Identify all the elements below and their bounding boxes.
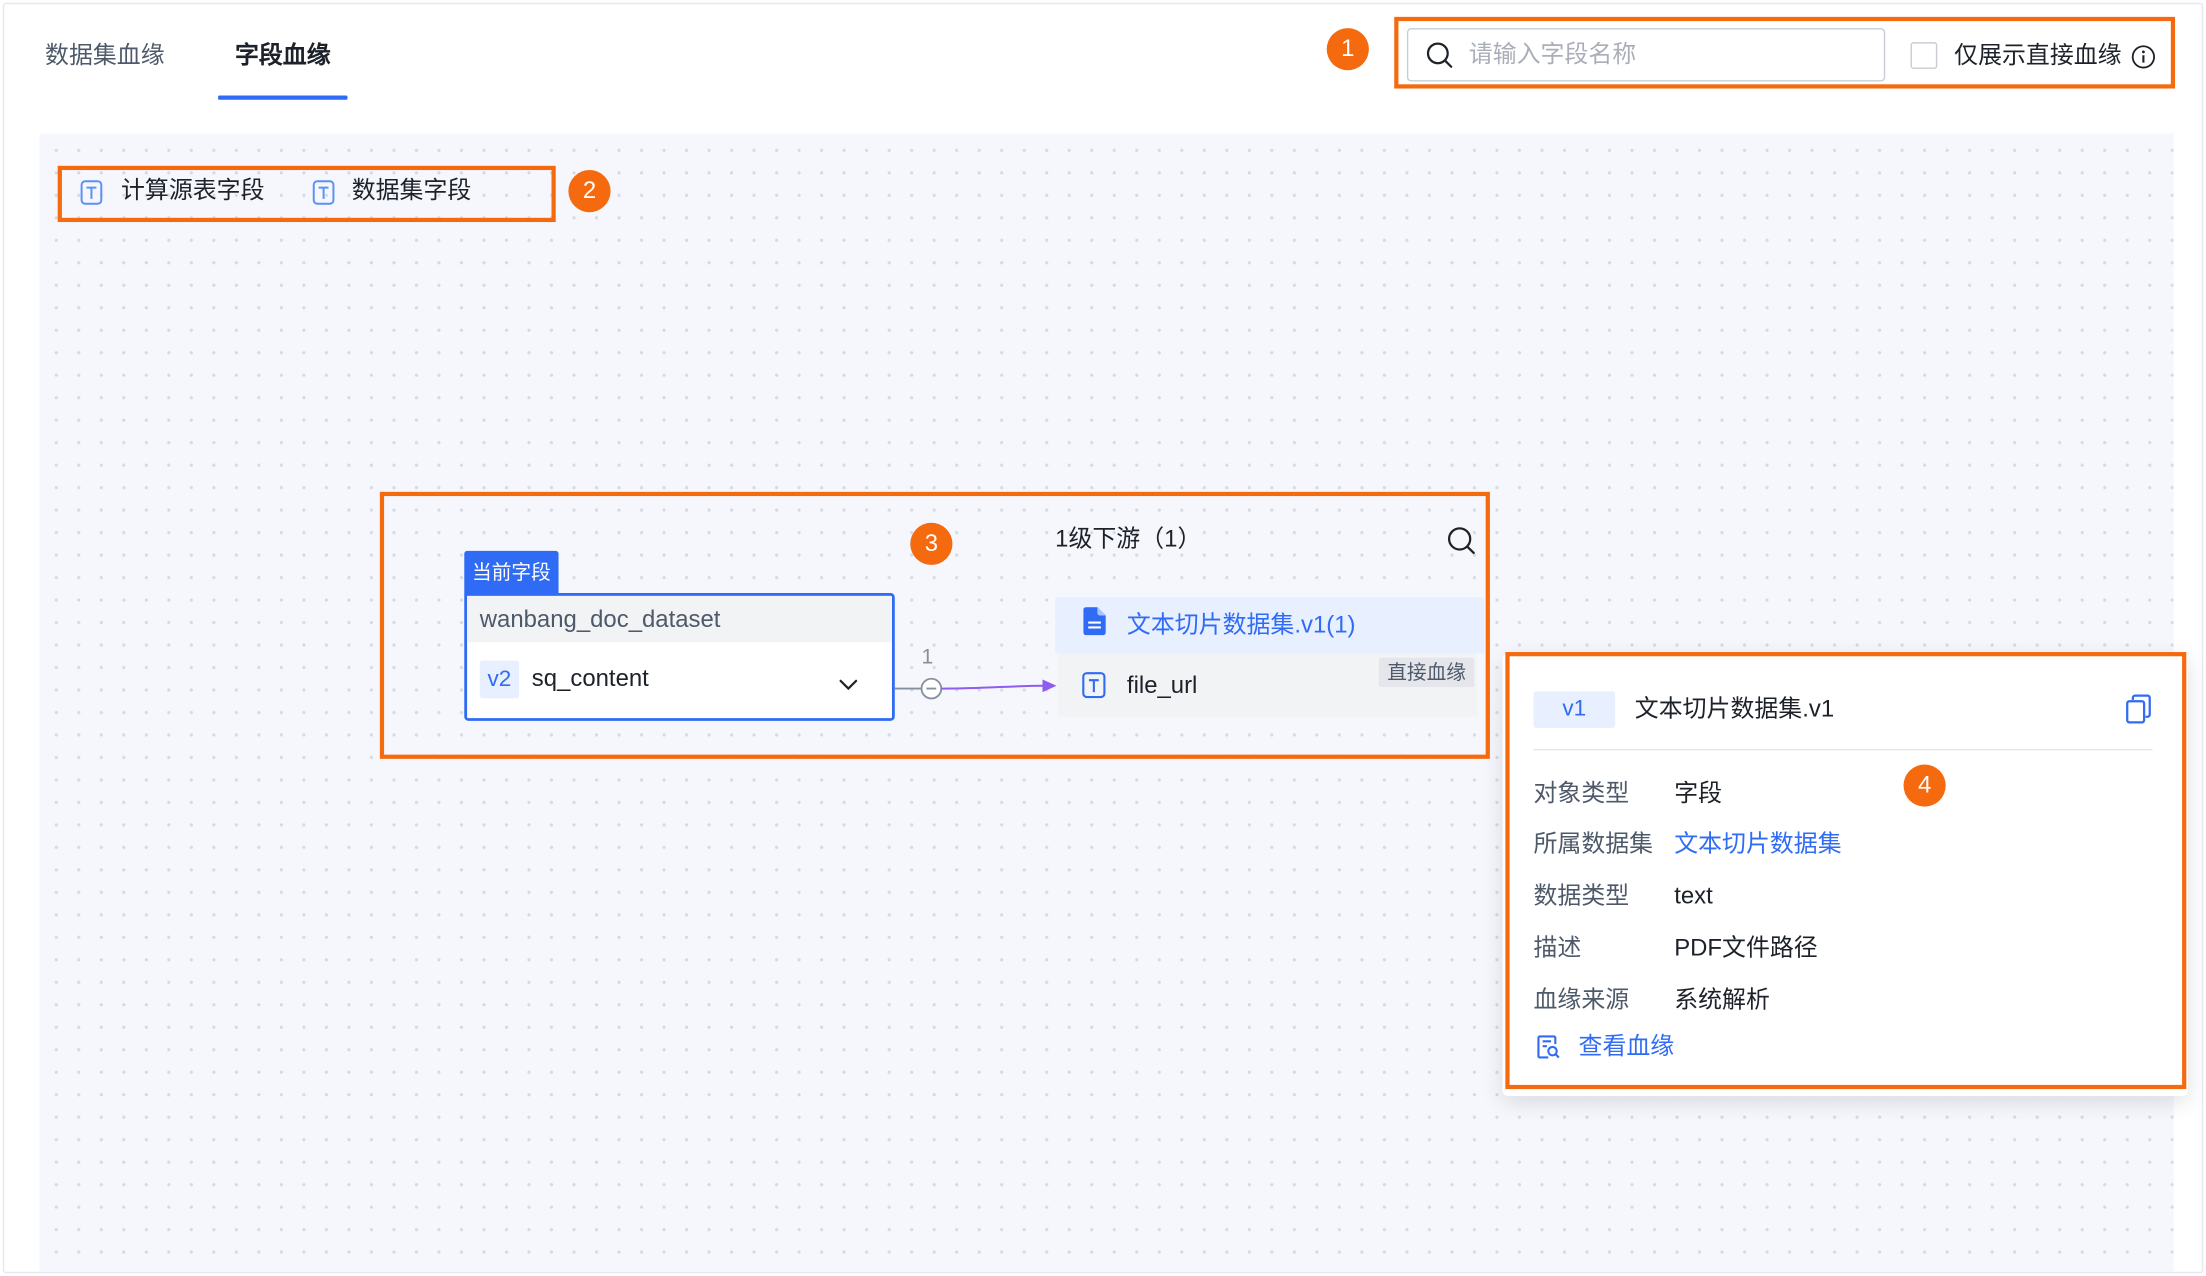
- tab-field-lineage[interactable]: 字段血缘: [235, 39, 331, 73]
- tab-dataset-lineage[interactable]: 数据集血缘: [45, 39, 165, 73]
- legend-source-table-field: 计算源表字段: [120, 177, 265, 204]
- detail-dataset-name: 文本切片数据集.v1: [1634, 695, 1835, 723]
- document-search-icon[interactable]: [1536, 1034, 1560, 1059]
- detail-label-data-type: 数据类型: [1533, 882, 1630, 910]
- detail-value-lineage-source: 系统解析: [1674, 986, 1770, 1014]
- document-icon: [1083, 607, 1106, 636]
- detail-version-tag: v1: [1533, 691, 1616, 728]
- detail-value-dataset-link[interactable]: 文本切片数据集: [1674, 828, 1841, 862]
- detail-value-object-type: 字段: [1674, 779, 1723, 807]
- direct-lineage-checkbox[interactable]: [1910, 42, 1938, 69]
- field-search-input[interactable]: [1406, 28, 1886, 82]
- callout-badge-1: 1: [1326, 28, 1369, 71]
- active-tab-indicator: [218, 95, 348, 100]
- downstream-level-title: 1级下游（1）: [1055, 525, 1202, 553]
- direct-lineage-badge: 直接血缘: [1378, 657, 1475, 688]
- current-field-node[interactable]: wanbang_doc_dataset v2 sq_content: [464, 593, 895, 721]
- detail-label-object-type: 对象类型: [1533, 779, 1630, 807]
- search-icon: [1425, 41, 1453, 69]
- callout-badge-2: 2: [568, 170, 611, 213]
- current-field-version-tag: v2: [479, 660, 520, 699]
- info-icon[interactable]: [2131, 45, 2156, 69]
- current-field-tag: 当前字段: [464, 550, 559, 594]
- field-lineage-page: 数据集血缘 字段血缘 仅展示直接血缘 计算源表字段 数据集字段 当前字段 wan…: [0, 0, 2206, 1276]
- current-field-name[interactable]: sq_content: [532, 662, 649, 696]
- legend-dataset-field: 数据集字段: [351, 177, 472, 204]
- detail-value-description: PDF文件路径: [1674, 934, 1818, 962]
- view-lineage-link[interactable]: 查看血缘: [1579, 1030, 1675, 1064]
- text-field-icon: [312, 180, 335, 205]
- callout-badge-3: 3: [910, 522, 953, 565]
- current-field-dataset: wanbang_doc_dataset: [467, 595, 892, 643]
- edge-curve: [941, 684, 1044, 690]
- direct-lineage-label[interactable]: 仅展示直接血缘: [1954, 39, 2121, 73]
- downstream-field-name[interactable]: file_url: [1127, 669, 1197, 703]
- edge-count-label: 1: [921, 645, 934, 669]
- text-field-icon: [80, 180, 103, 205]
- copy-icon[interactable]: [2126, 694, 2151, 724]
- field-detail-popover: v1 文本切片数据集.v1 对象类型 字段 所属数据集 文本切片数据集 数据类型…: [1502, 653, 2188, 1097]
- detail-value-data-type: text: [1674, 882, 1713, 910]
- detail-label-dataset: 所属数据集: [1533, 830, 1654, 858]
- detail-label-lineage-source: 血缘来源: [1533, 986, 1630, 1014]
- text-field-icon: [1082, 672, 1106, 699]
- detail-divider: [1533, 749, 2153, 751]
- search-icon[interactable]: [1446, 526, 1476, 556]
- detail-label-description: 描述: [1533, 934, 1582, 962]
- lineage-edge: [894, 677, 1057, 700]
- chevron-down-icon[interactable]: [839, 673, 859, 691]
- callout-badge-4: 4: [1903, 764, 1946, 807]
- edge-arrow: [1042, 679, 1057, 693]
- downstream-dataset-name[interactable]: 文本切片数据集.v1(1): [1127, 608, 1356, 642]
